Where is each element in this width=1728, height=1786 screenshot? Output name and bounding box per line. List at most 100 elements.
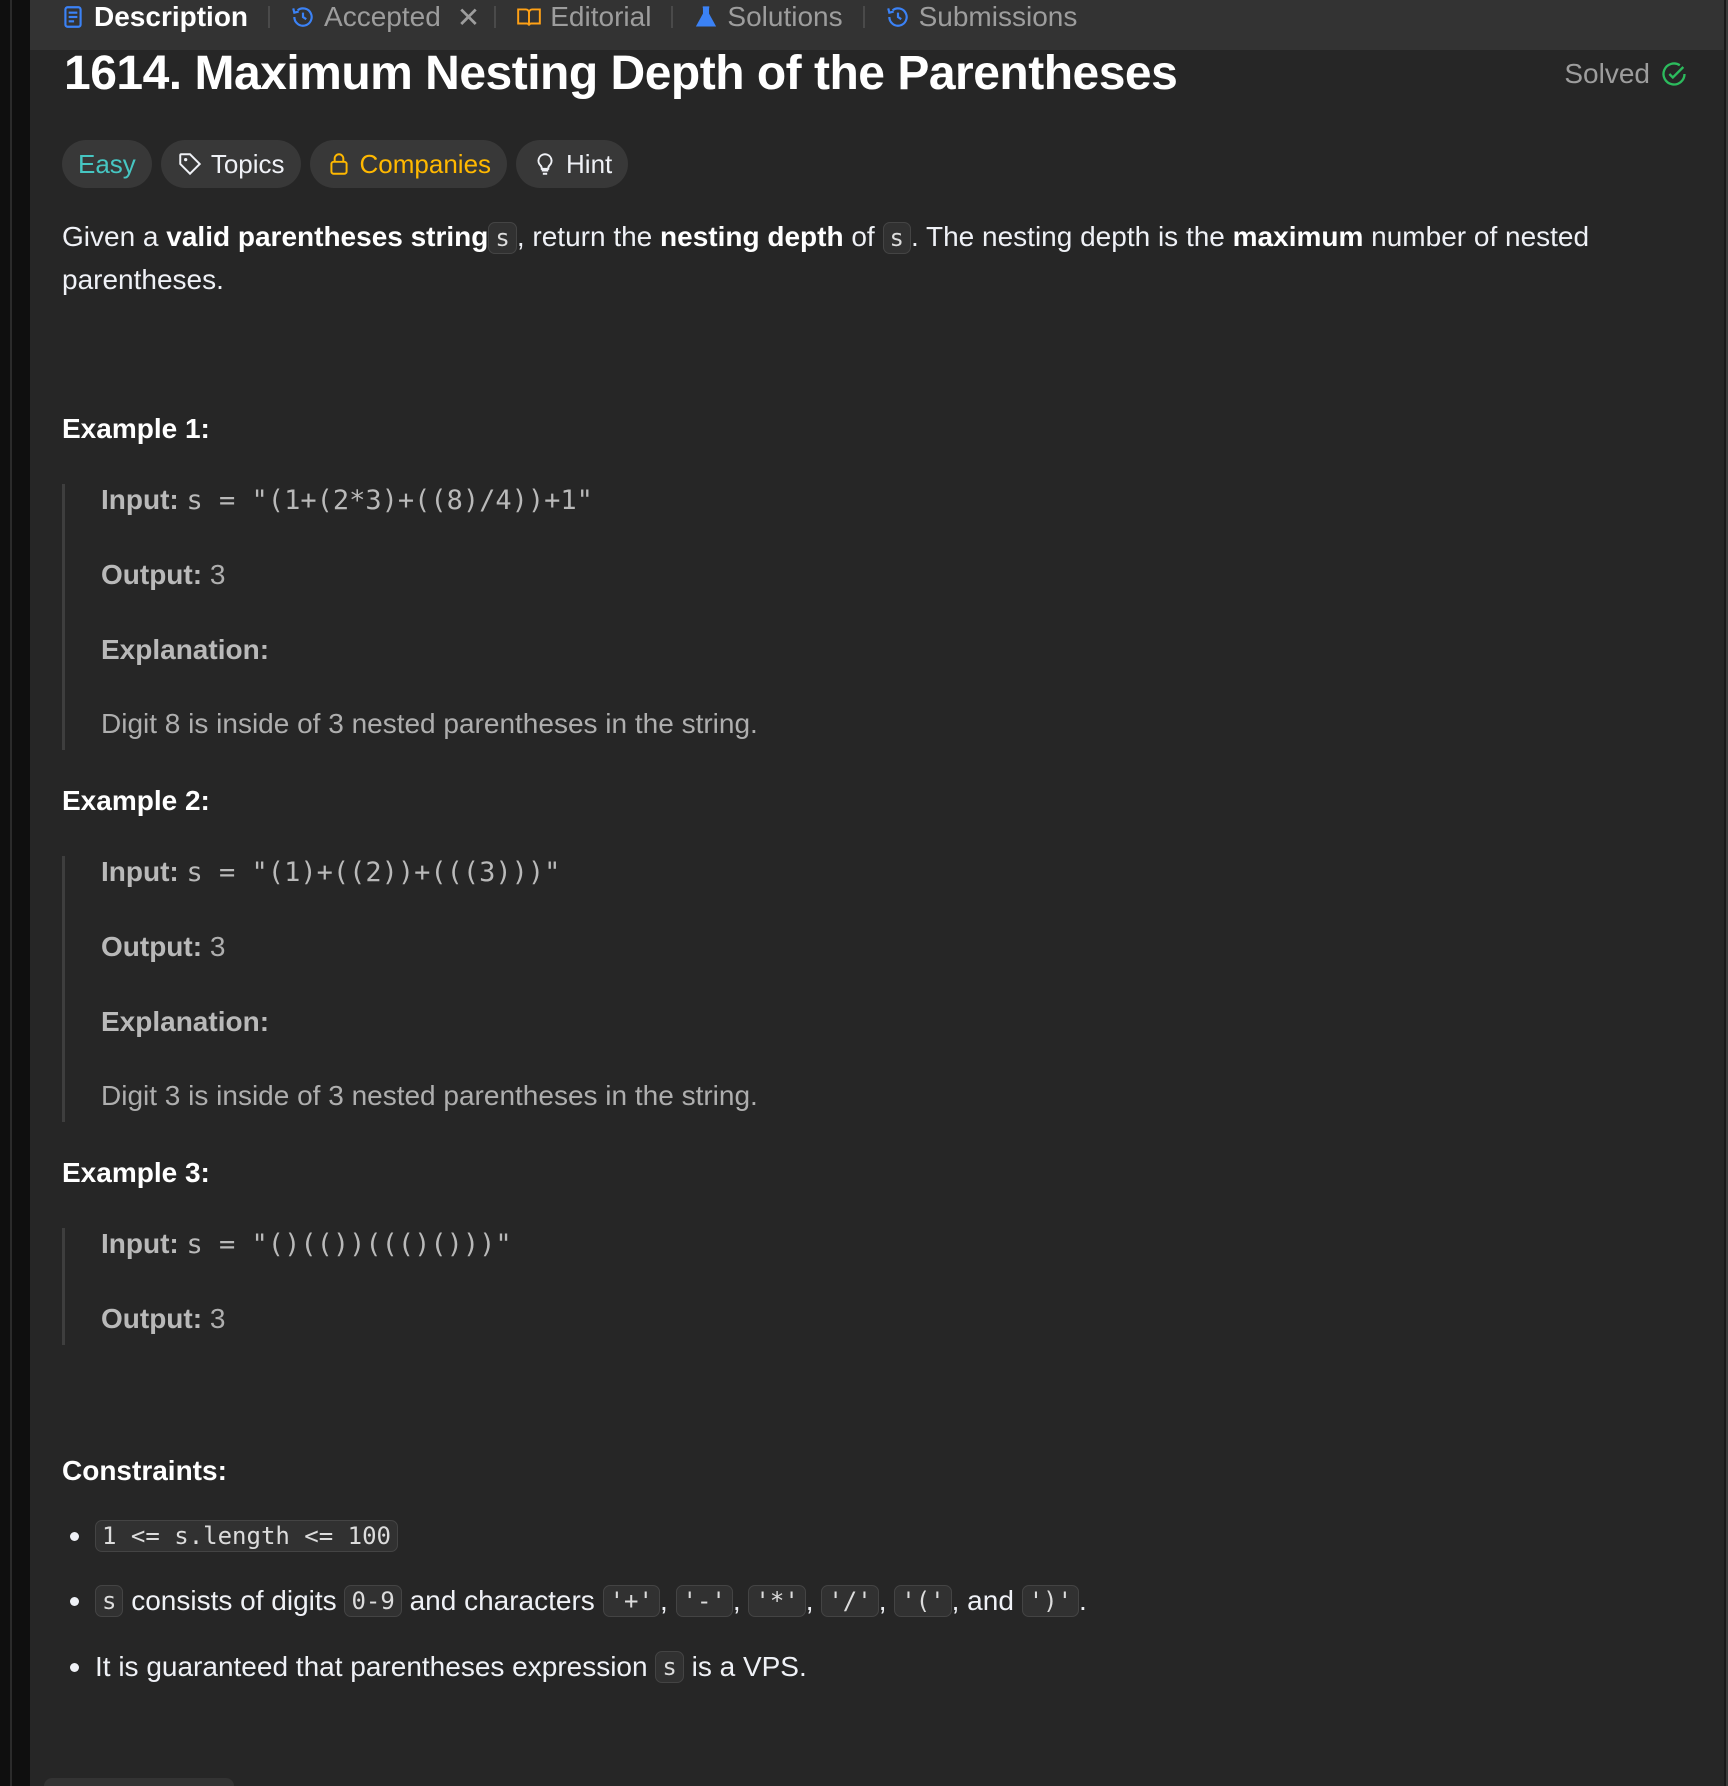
example-explanation: Digit 3 is inside of 3 nested parenthese… bbox=[101, 1080, 758, 1111]
list-text: , bbox=[659, 1585, 676, 1616]
inline-code: '(' bbox=[894, 1585, 952, 1617]
inline-code: s bbox=[882, 222, 911, 254]
tab-description[interactable]: Description bbox=[54, 0, 254, 42]
example-explanation-label: Explanation: bbox=[101, 1006, 269, 1038]
input-label: Input: bbox=[101, 1228, 179, 1259]
output-label: Output: bbox=[101, 1303, 203, 1334]
list-text: It is guaranteed that parentheses expres… bbox=[95, 1651, 656, 1682]
tag-chips: Easy Topics Companies Hint bbox=[62, 140, 629, 188]
tab-editorial[interactable]: Editorial bbox=[510, 0, 657, 42]
inline-code: 0-9 bbox=[344, 1585, 402, 1617]
example-output: Output: 3 bbox=[101, 559, 225, 591]
bullet-dot bbox=[70, 1662, 79, 1672]
desc-bold: maximum bbox=[1232, 221, 1364, 252]
output-label: Output: bbox=[101, 931, 203, 962]
example-2-block: Input: s = "(1)+((2))+(((3)))" Output: 3… bbox=[62, 856, 1598, 1122]
example-2-heading: Example 2: bbox=[62, 785, 210, 816]
example-3-block: Input: s = "()(())((()()))" Output: 3 bbox=[62, 1228, 1598, 1345]
desc-text: Given a bbox=[62, 221, 167, 252]
inline-code: ')' bbox=[1021, 1585, 1080, 1617]
example-1-block: Input: s = "(1+(2*3)+((8)/4))+1" Output:… bbox=[62, 484, 1598, 750]
tab-divider bbox=[671, 6, 674, 28]
bullet-dot bbox=[70, 1531, 79, 1541]
tag-icon bbox=[179, 153, 201, 176]
list-item: s consists of digits 0-9 and characters … bbox=[62, 1585, 1087, 1617]
example-input: Input: s = "()(())((()()))" bbox=[101, 1228, 512, 1260]
list-item: 1 <= s.length <= 100 bbox=[62, 1520, 398, 1552]
flask-icon bbox=[696, 6, 717, 27]
output-label: Output: bbox=[101, 559, 203, 590]
tab-accepted[interactable]: Accepted bbox=[284, 0, 447, 42]
hint-label: Hint bbox=[566, 148, 613, 179]
description-paragraph: Given a valid parentheses string s , retur… bbox=[62, 216, 1702, 301]
bullet-dot bbox=[70, 1596, 79, 1606]
inline-code: s bbox=[95, 1585, 124, 1617]
input-label: Input: bbox=[101, 484, 179, 515]
description-icon bbox=[64, 6, 82, 28]
tab-divider bbox=[268, 6, 271, 28]
desc-text: of bbox=[843, 221, 883, 252]
problem-description: Given a valid parentheses string s , retur… bbox=[62, 216, 1702, 301]
tab-bar: Description Accepted ✕ Editorial Solutio… bbox=[30, 0, 1724, 50]
hint-button[interactable]: Hint bbox=[516, 140, 629, 188]
tab-solutions-label: Solutions bbox=[727, 1, 843, 32]
example-input: Input: s = "(1+(2*3)+((8)/4))+1" bbox=[101, 484, 593, 516]
companies-label: Companies bbox=[359, 148, 492, 179]
inline-code: '+' bbox=[602, 1585, 660, 1617]
input-value: s = "(1)+((2))+(((3)))" bbox=[186, 857, 561, 888]
tab-submissions-label: Submissions bbox=[918, 1, 1078, 32]
list-text: , bbox=[805, 1585, 822, 1616]
output-value: 3 bbox=[209, 1303, 226, 1334]
difficulty-badge: Easy bbox=[62, 140, 152, 188]
input-label: Input: bbox=[101, 856, 179, 887]
inline-code: '-' bbox=[675, 1585, 733, 1617]
tab-submissions[interactable]: Submissions bbox=[879, 0, 1084, 42]
list-text: , and bbox=[951, 1585, 1022, 1616]
example-explanation: Digit 8 is inside of 3 nested parenthese… bbox=[101, 708, 758, 739]
example-3-heading: Example 3: bbox=[62, 1157, 210, 1188]
output-value: 3 bbox=[209, 931, 226, 962]
lightbulb-icon bbox=[537, 153, 553, 175]
desc-text: , return the bbox=[516, 221, 661, 252]
tab-divider bbox=[862, 6, 865, 28]
lock-icon bbox=[329, 153, 348, 175]
close-icon[interactable]: ✕ bbox=[457, 1, 480, 34]
problem-title: 1614. Maximum Nesting Depth of the Paren… bbox=[64, 47, 1178, 100]
list-item: It is guaranteed that parentheses expres… bbox=[62, 1651, 807, 1683]
tab-editorial-label: Editorial bbox=[550, 1, 652, 32]
list-text: and characters bbox=[401, 1585, 603, 1616]
inline-code: 1 <= s.length <= 100 bbox=[95, 1520, 398, 1552]
inline-code: s bbox=[655, 1651, 684, 1683]
inline-code: '*' bbox=[748, 1585, 806, 1617]
tab-divider bbox=[494, 6, 497, 28]
constraints-heading: Constraints: bbox=[62, 1455, 227, 1486]
history-icon bbox=[886, 7, 908, 27]
solved-status: Solved bbox=[1564, 58, 1688, 90]
input-value: s = "(1+(2*3)+((8)/4))+1" bbox=[186, 485, 593, 516]
topics-button[interactable]: Topics bbox=[160, 140, 301, 188]
example-output: Output: 3 bbox=[101, 1303, 225, 1335]
output-value: 3 bbox=[209, 559, 226, 590]
example-input: Input: s = "(1)+((2))+(((3)))" bbox=[101, 856, 560, 888]
example-output: Output: 3 bbox=[101, 931, 225, 963]
tab-description-label: Description bbox=[94, 1, 249, 32]
footer-button[interactable] bbox=[44, 1778, 234, 1786]
tab-solutions[interactable]: Solutions bbox=[687, 0, 848, 42]
desc-bold: nesting depth bbox=[660, 221, 844, 252]
topics-label: Topics bbox=[210, 148, 285, 179]
inline-code: '/' bbox=[821, 1585, 879, 1617]
history-icon bbox=[292, 7, 313, 27]
companies-button[interactable]: Companies bbox=[309, 140, 508, 188]
book-icon bbox=[517, 8, 542, 26]
list-text: consists of digits bbox=[123, 1585, 345, 1616]
example-explanation-label: Explanation: bbox=[101, 634, 269, 666]
description-panel: Description Accepted ✕ Editorial Solutio… bbox=[30, 0, 1724, 1786]
desc-bold: valid parentheses string bbox=[166, 221, 489, 252]
left-edge bbox=[0, 0, 30, 1786]
check-circle-icon bbox=[1662, 62, 1686, 86]
list-text: is a VPS. bbox=[683, 1651, 807, 1682]
desc-text: . The nesting depth is the bbox=[910, 221, 1233, 252]
list-text: . bbox=[1079, 1585, 1087, 1616]
input-value: s = "()(())((()()))" bbox=[186, 1229, 512, 1260]
example-1-heading: Example 1: bbox=[62, 413, 210, 444]
